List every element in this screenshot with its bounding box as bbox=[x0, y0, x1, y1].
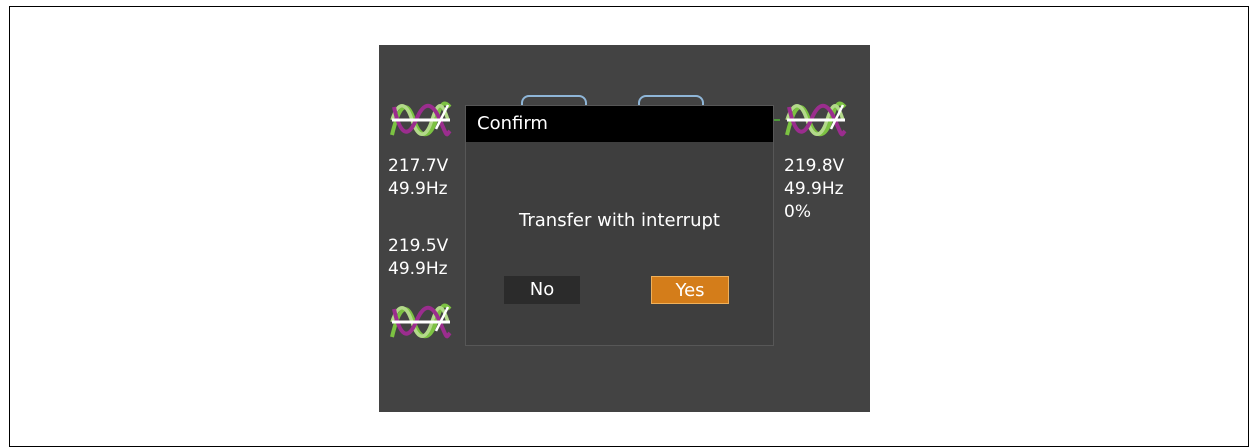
input2-voltage: 219.5V bbox=[388, 236, 449, 256]
confirm-dialog: Confirm Transfer with interrupt No Yes bbox=[465, 105, 774, 346]
input2-sine-wave-icon bbox=[390, 301, 452, 343]
input1-sine-wave-icon bbox=[390, 99, 452, 141]
output-voltage: 219.8V bbox=[784, 156, 845, 176]
input1-readout: 217.7V 49.9Hz bbox=[388, 155, 448, 201]
dialog-title-bar: Confirm bbox=[466, 106, 773, 142]
dialog-title: Confirm bbox=[477, 113, 548, 134]
yes-button[interactable]: Yes bbox=[651, 276, 729, 304]
input1-frequency: 49.9Hz bbox=[388, 179, 448, 199]
input1-voltage: 217.7V bbox=[388, 156, 449, 176]
output-sine-wave-icon bbox=[785, 99, 847, 141]
input2-readout: 219.5V 49.9Hz bbox=[388, 235, 448, 281]
output-load: 0% bbox=[784, 202, 811, 222]
input2-frequency: 49.9Hz bbox=[388, 259, 448, 279]
dialog-message: Transfer with interrupt bbox=[519, 210, 720, 231]
output-readout: 219.8V 49.9Hz 0% bbox=[784, 155, 844, 224]
ups-display-screen: 217.7V 49.9Hz 219.5V 49.9Hz 219.8V 49.9H… bbox=[379, 45, 870, 412]
no-button[interactable]: No bbox=[504, 276, 580, 304]
output-frequency: 49.9Hz bbox=[784, 179, 844, 199]
